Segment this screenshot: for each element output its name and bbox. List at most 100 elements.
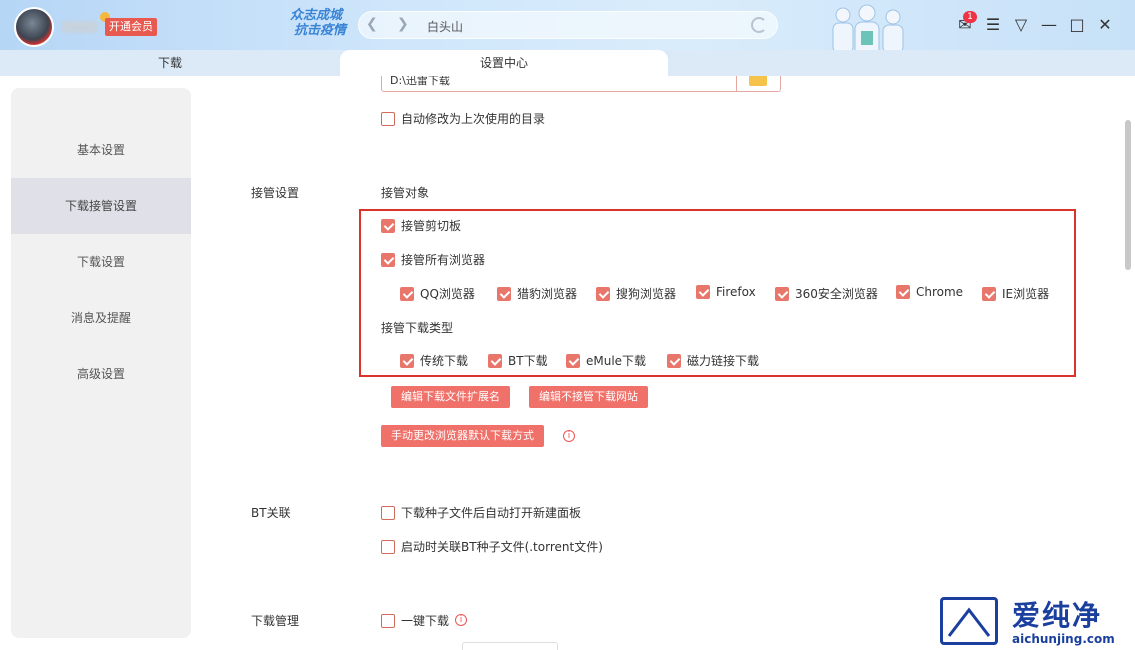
manage-section-label: 下载管理	[251, 614, 300, 628]
bt-associate-option[interactable]: 启动时关联BT种子文件(.torrent文件)	[381, 538, 603, 555]
edit-excluded-sites-button[interactable]: 编辑不接管下载网站	[529, 386, 648, 408]
type-option-bt[interactable]: BT下载	[488, 352, 548, 369]
bt-auto-open-option[interactable]: 下载种子文件后自动打开新建面板	[381, 504, 581, 521]
tab-settings-center[interactable]: 设置中心	[340, 50, 668, 76]
one-click-option[interactable]: 一键下载	[381, 612, 449, 629]
browser-option-ie[interactable]: IE浏览器	[982, 285, 1049, 302]
one-click-label: 一键下载	[401, 614, 450, 628]
browser-label: QQ浏览器	[420, 287, 475, 301]
sidebar-item-advanced[interactable]: 高级设置	[11, 346, 191, 402]
clipboard-option[interactable]: 接管剪切板	[381, 217, 461, 234]
browser-label: 360安全浏览器	[795, 287, 878, 301]
slogan: 众志成城 抗击疫情	[290, 8, 346, 38]
browser-option-qq[interactable]: QQ浏览器	[400, 285, 475, 302]
info-icon[interactable]: i	[455, 614, 467, 626]
watermark-logo: 爱纯净 aichunjing.com	[940, 594, 1130, 650]
bt-option1-label: 下载种子文件后自动打开新建面板	[401, 506, 582, 520]
type-option-emule[interactable]: eMule下载	[566, 352, 646, 369]
browser-option-sogou[interactable]: 搜狗浏览器	[596, 285, 676, 302]
skin-icon[interactable]: ☰	[983, 15, 1003, 35]
minimize-icon[interactable]: —	[1039, 15, 1059, 35]
download-type-label: 接管下载类型	[381, 321, 454, 335]
checkbox[interactable]	[381, 613, 395, 628]
sidebar-item-takeover[interactable]: 下载接管设置	[11, 178, 191, 234]
sidebar-item-download[interactable]: 下载设置	[11, 234, 191, 290]
all-browsers-label: 接管所有浏览器	[401, 253, 486, 267]
checkbox-checked[interactable]	[400, 286, 414, 301]
checkbox-checked[interactable]	[896, 285, 910, 299]
checkbox-checked[interactable]	[982, 286, 996, 301]
forward-icon[interactable]: ❯	[397, 16, 409, 32]
back-icon[interactable]: ❮	[366, 16, 378, 32]
checkbox-checked[interactable]	[775, 286, 789, 301]
folder-icon	[749, 76, 767, 86]
address-bar[interactable]: 白头山	[358, 11, 778, 39]
address-text: 白头山	[427, 20, 464, 34]
type-label: eMule下载	[586, 354, 647, 368]
browser-option-360[interactable]: 360安全浏览器	[775, 285, 878, 302]
logo-mark-icon	[940, 597, 998, 645]
auto-modify-option[interactable]: 自动修改为上次使用的目录	[381, 110, 545, 127]
checkbox-checked[interactable]	[381, 252, 395, 267]
checkbox-checked[interactable]	[566, 353, 580, 368]
hotkey-field[interactable]	[462, 642, 558, 650]
bt-option2-label: 启动时关联BT种子文件(.torrent文件)	[401, 540, 603, 554]
settings-content: D:\迅雷下载 自动修改为上次使用的目录 接管设置 接管对象 接管剪切板 接管所…	[200, 76, 1118, 650]
manual-browser-default-button[interactable]: 手动更改浏览器默认下载方式	[381, 425, 544, 447]
browser-label: IE浏览器	[1002, 287, 1050, 301]
refresh-icon[interactable]	[751, 17, 767, 33]
checkbox[interactable]	[381, 111, 395, 126]
checkbox[interactable]	[381, 505, 395, 520]
takeover-section-label: 接管设置	[251, 186, 300, 200]
browser-option-chrome[interactable]: Chrome	[896, 285, 963, 299]
title-bar: 开通会员 众志成城 抗击疫情 白头山 ❮ ❯ ✉ 1 ☰ ▽ — □ ✕	[0, 0, 1135, 57]
info-icon[interactable]: i	[563, 430, 575, 442]
all-browsers-option[interactable]: 接管所有浏览器	[381, 251, 485, 268]
download-path-value: D:\迅雷下载	[390, 76, 450, 87]
message-count-badge: 1	[963, 11, 977, 23]
bt-section-label: BT关联	[251, 506, 291, 520]
download-path-field[interactable]: D:\迅雷下载	[381, 76, 781, 92]
watermark-text: 爱纯净	[1012, 599, 1103, 632]
menu-icon[interactable]: ▽	[1011, 15, 1031, 35]
browser-label: Firefox	[716, 285, 756, 299]
type-option-magnet[interactable]: 磁力链接下载	[667, 352, 759, 369]
clipboard-label: 接管剪切板	[401, 219, 462, 233]
close-icon[interactable]: ✕	[1095, 15, 1115, 35]
type-label: 磁力链接下载	[687, 354, 760, 368]
checkbox-checked[interactable]	[400, 353, 414, 368]
browser-option-liebao[interactable]: 猎豹浏览器	[497, 285, 577, 302]
logo-stroke-icon	[947, 607, 991, 637]
takeover-target-label: 接管对象	[381, 186, 430, 200]
browser-option-firefox[interactable]: Firefox	[696, 285, 756, 299]
settings-sidebar: 基本设置 下载接管设置 下载设置 消息及提醒 高级设置	[11, 88, 191, 638]
checkbox-checked[interactable]	[497, 286, 511, 301]
sidebar-item-messages[interactable]: 消息及提醒	[11, 290, 191, 346]
avatar[interactable]	[14, 7, 54, 47]
type-label: 传统下载	[420, 354, 469, 368]
checkbox[interactable]	[381, 539, 395, 554]
checkbox-checked[interactable]	[488, 353, 502, 368]
slogan-line2: 抗击疫情	[294, 23, 347, 38]
checkbox-checked[interactable]	[696, 285, 710, 299]
checkbox-checked[interactable]	[667, 353, 681, 368]
browser-label: 搜狗浏览器	[616, 287, 677, 301]
maximize-icon[interactable]: □	[1067, 15, 1087, 35]
browser-label: 猎豹浏览器	[517, 287, 578, 301]
vip-button[interactable]: 开通会员	[105, 18, 157, 36]
checkbox-checked[interactable]	[596, 286, 610, 301]
scrollbar[interactable]	[1121, 76, 1135, 650]
tab-download[interactable]: 下载	[0, 50, 340, 76]
browse-folder-button[interactable]	[736, 76, 780, 91]
sidebar-item-basic[interactable]: 基本设置	[11, 122, 191, 178]
watermark-url: aichunjing.com	[1012, 632, 1115, 646]
checkbox-checked[interactable]	[381, 218, 395, 233]
browser-label: Chrome	[916, 285, 964, 299]
scroll-thumb[interactable]	[1125, 120, 1131, 270]
type-option-traditional[interactable]: 传统下载	[400, 352, 468, 369]
slogan-line1: 众志成城	[290, 8, 343, 23]
edit-extensions-button[interactable]: 编辑下载文件扩展名	[391, 386, 510, 408]
tab-bar: 下载 设置中心	[0, 50, 1135, 76]
type-label: BT下载	[508, 354, 548, 368]
username-blurred[interactable]	[62, 21, 98, 33]
